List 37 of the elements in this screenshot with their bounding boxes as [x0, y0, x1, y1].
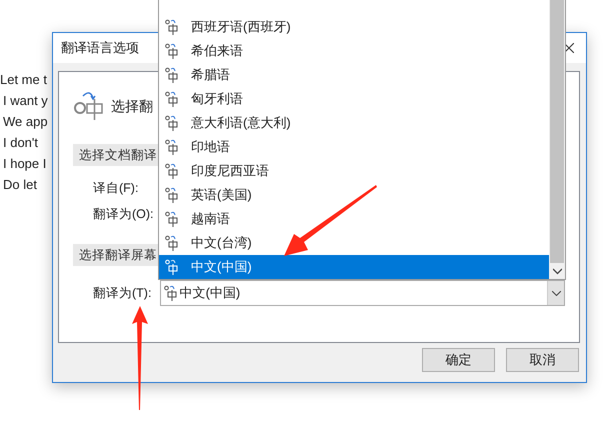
translate-icon	[165, 163, 178, 179]
document-text: Do let	[2, 177, 37, 192]
dropdown-item[interactable]: 意大利语(意大利)	[159, 111, 549, 135]
translate-icon	[165, 115, 178, 131]
document-text: Let me t	[0, 72, 47, 87]
scrollbar[interactable]	[549, 0, 565, 279]
translate-icon	[165, 187, 178, 203]
panel-heading: 选择翻	[111, 97, 153, 116]
translate-icon	[165, 91, 178, 107]
dropdown-item[interactable]: 匈牙利语	[159, 87, 549, 111]
window-title: 翻译语言选项	[61, 39, 139, 58]
document-text: We app	[2, 114, 48, 129]
language-select[interactable]: 中文(中国)	[160, 280, 565, 306]
translate-icon	[165, 211, 178, 227]
translate-icon	[165, 67, 178, 83]
close-icon[interactable]	[564, 43, 574, 53]
document-text: I hope I	[2, 156, 46, 171]
dropdown-item[interactable]: 希腊语	[159, 63, 549, 87]
translate-icon	[164, 285, 177, 301]
field-label: 翻译为(T):	[93, 284, 152, 302]
document-text: I want y	[2, 93, 48, 108]
dropdown-item[interactable]: 英语(美国)	[159, 183, 549, 207]
field-label: 译自(F):	[93, 180, 140, 197]
dropdown-item[interactable]: 中文(中国)	[159, 255, 549, 279]
translate-icon	[165, 19, 178, 35]
chevron-down-icon	[552, 290, 560, 296]
translate-icon	[165, 43, 178, 59]
dialog-button[interactable]: 取消	[506, 348, 579, 372]
dropdown-item[interactable]: 西班牙语(西班牙)	[159, 15, 549, 39]
dialog-button[interactable]: 确定	[422, 348, 495, 372]
translate-icon	[165, 259, 178, 275]
field-label: 翻译为(O):	[93, 206, 155, 223]
translate-icon	[165, 235, 178, 251]
translate-icon	[165, 139, 178, 155]
dropdown-item[interactable]: 希伯来语	[159, 39, 549, 63]
dropdown-item[interactable]: 越南语	[159, 207, 549, 231]
document-text: I don't	[2, 135, 38, 150]
